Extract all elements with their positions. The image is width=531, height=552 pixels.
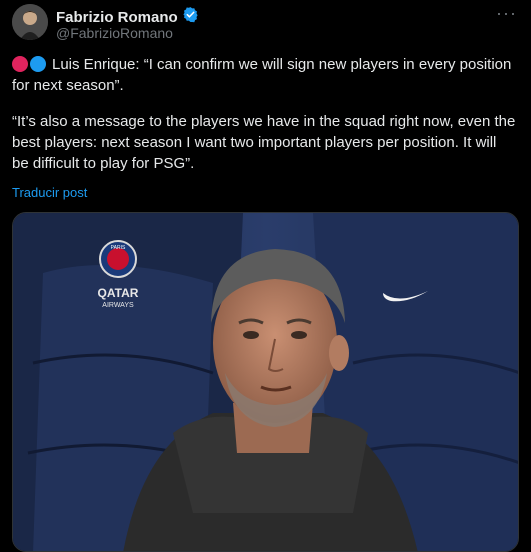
verified-badge-icon xyxy=(182,6,199,28)
tweet-header: Fabrizio Romano @FabrizioRomano ··· xyxy=(12,4,519,44)
author-handle[interactable]: @FabrizioRomano xyxy=(56,25,173,41)
tweet-media-image[interactable]: PARIS QATAR AIRWAYS xyxy=(12,212,519,552)
tweet-text-1: Luis Enrique: “I can confirm we will sig… xyxy=(12,56,512,94)
tweet-paragraph-1: Luis Enrique: “I can confirm we will sig… xyxy=(12,54,517,96)
translate-post-link[interactable]: Traducir post xyxy=(12,185,87,200)
sponsor-qatar: QATAR xyxy=(98,286,139,300)
sponsor-airways: AIRWAYS xyxy=(102,302,134,309)
tweet-body: Luis Enrique: “I can confirm we will sig… xyxy=(12,54,517,174)
crest-text: PARIS xyxy=(111,245,126,251)
luis-enrique-photo: PARIS QATAR AIRWAYS xyxy=(13,213,518,551)
red-circle-icon xyxy=(12,56,28,72)
blue-circle-icon xyxy=(30,56,46,72)
more-options-icon[interactable]: ··· xyxy=(496,4,517,22)
avatar[interactable] xyxy=(12,4,48,40)
author-name[interactable]: Fabrizio Romano xyxy=(56,9,178,26)
tweet-paragraph-2: “It’s also a message to the players we h… xyxy=(12,113,516,172)
